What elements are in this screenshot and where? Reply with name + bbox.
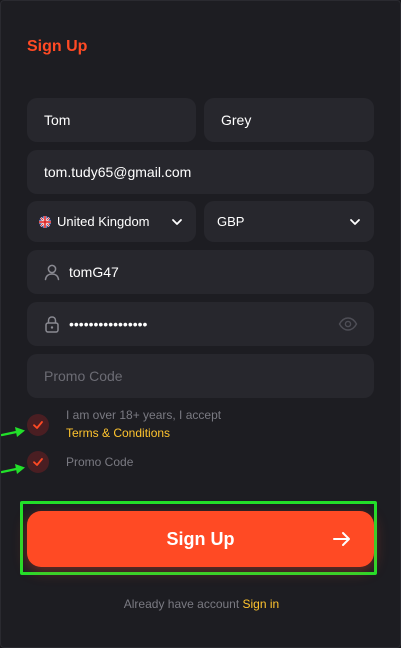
email-value: tom.tudy65@gmail.com — [44, 164, 192, 180]
signup-panel: Sign Up Tom Grey tom.tudy65@gmail.com Un… — [0, 0, 401, 648]
sign-up-button[interactable]: Sign Up — [27, 511, 374, 567]
first-name-value: Tom — [44, 112, 71, 128]
checkmark-icon — [33, 421, 43, 429]
last-name-value: Grey — [221, 112, 252, 128]
chevron-down-icon — [172, 218, 182, 225]
footer-text: Already have account — [123, 597, 243, 611]
signin-link[interactable]: Sign in — [243, 597, 280, 611]
country-value: United Kingdom — [57, 214, 150, 229]
promo-check-label: Promo Code — [66, 455, 134, 469]
lock-icon — [45, 316, 59, 333]
arrow-right-icon — [333, 532, 350, 546]
email-field[interactable]: tom.tudy65@gmail.com — [27, 150, 374, 194]
promo-checkbox[interactable] — [27, 451, 49, 473]
promo-code-placeholder: Promo Code — [44, 368, 123, 384]
age-checkbox[interactable] — [27, 414, 49, 436]
first-name-field[interactable]: Tom — [27, 98, 196, 142]
country-select[interactable]: United Kingdom — [27, 201, 196, 242]
currency-select[interactable]: GBP — [204, 201, 374, 242]
password-value: •••••••••••••••• — [69, 316, 148, 332]
username-value: tomG47 — [69, 264, 119, 280]
uk-flag-icon — [39, 215, 51, 228]
chevron-down-icon — [350, 218, 360, 225]
sign-up-button-label: Sign Up — [166, 528, 235, 549]
password-field[interactable]: •••••••••••••••• — [27, 302, 374, 346]
currency-value: GBP — [217, 214, 245, 229]
terms-link[interactable]: Terms & Conditions — [66, 426, 170, 440]
eye-icon[interactable] — [338, 315, 358, 333]
user-icon — [44, 264, 60, 281]
last-name-field[interactable]: Grey — [204, 98, 374, 142]
promo-code-field[interactable]: Promo Code — [27, 354, 374, 398]
footer-signin: Already have account Sign in — [1, 597, 401, 611]
checkmark-icon — [33, 458, 43, 466]
age-check-label: I am over 18+ years, I accept — [66, 408, 222, 422]
annotation-arrow-icon — [1, 427, 25, 437]
page-title: Sign Up — [27, 38, 88, 55]
annotation-arrow-icon — [1, 464, 25, 474]
username-field[interactable]: tomG47 — [27, 250, 374, 294]
